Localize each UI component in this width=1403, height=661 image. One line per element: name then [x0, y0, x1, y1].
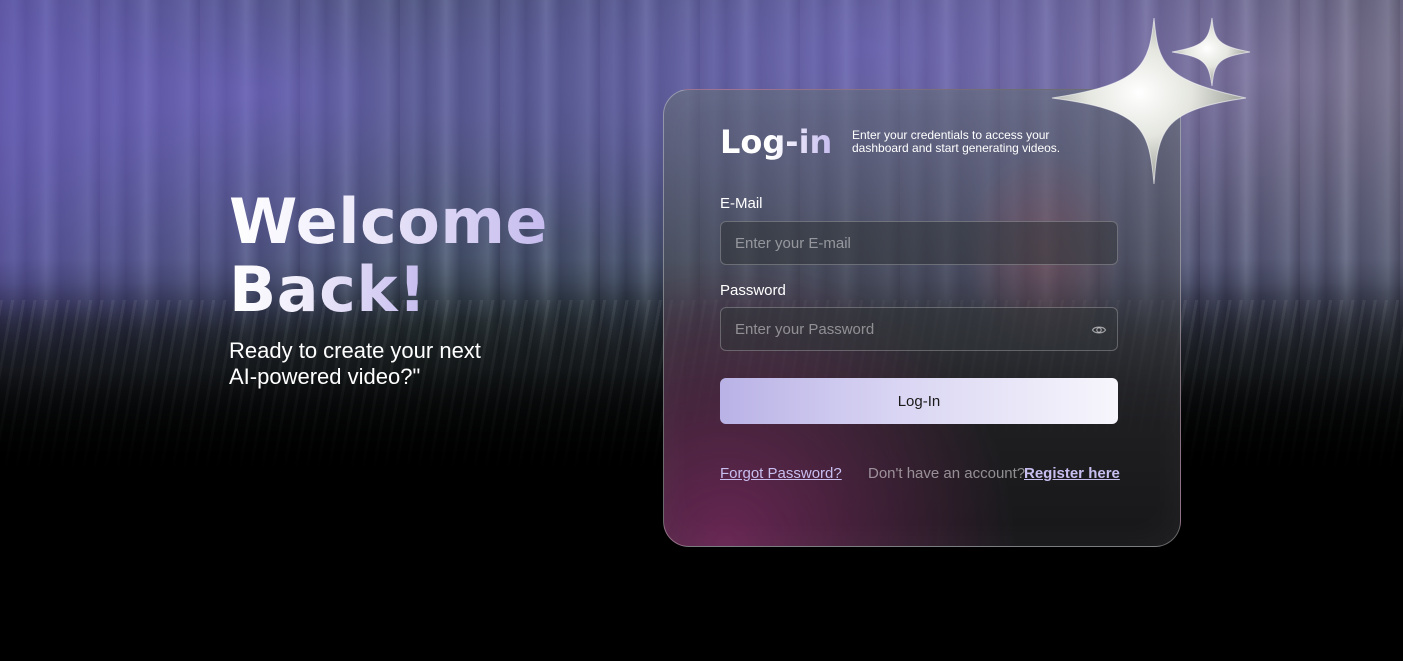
- email-field-wrapper: [720, 221, 1118, 265]
- register-link[interactable]: Register here: [1024, 465, 1120, 482]
- login-title: Log-in: [720, 123, 833, 161]
- email-field[interactable]: [721, 222, 1117, 264]
- hero-section: Welcome Back! Ready to create your next …: [229, 188, 629, 390]
- login-button[interactable]: Log-In: [720, 378, 1118, 424]
- welcome-subtitle-line2: AI-powered video?": [229, 364, 421, 389]
- password-label: Password: [720, 282, 786, 299]
- welcome-heading: Welcome Back!: [229, 188, 629, 324]
- welcome-subtitle: Ready to create your next AI-powered vid…: [229, 338, 629, 390]
- email-label: E-Mail: [720, 195, 763, 212]
- welcome-heading-line1: Welcome: [229, 185, 548, 258]
- welcome-subtitle-line1: Ready to create your next: [229, 338, 481, 363]
- eye-icon[interactable]: [1091, 322, 1107, 338]
- welcome-heading-line2: Back!: [229, 253, 427, 326]
- no-account-text: Don't have an account?: [868, 465, 1026, 482]
- password-field[interactable]: [721, 308, 1117, 350]
- password-field-wrapper: [720, 307, 1118, 351]
- sparkle-icon: [1051, 17, 1251, 185]
- login-page: Welcome Back! Ready to create your next …: [0, 0, 1403, 661]
- forgot-password-link[interactable]: Forgot Password?: [720, 465, 842, 482]
